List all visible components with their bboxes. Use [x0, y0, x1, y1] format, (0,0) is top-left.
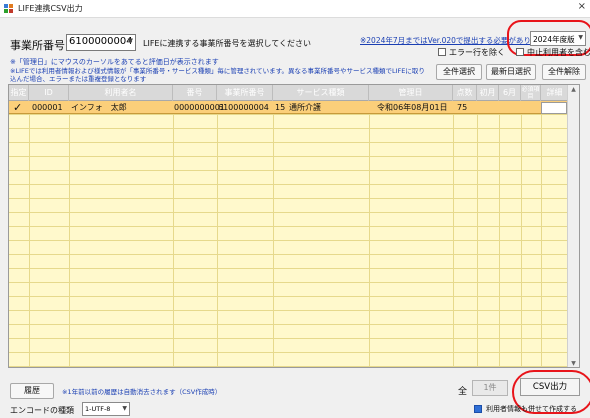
- header-user-name: 利用者名: [69, 85, 173, 101]
- column-divider: [499, 101, 500, 367]
- cell-id: 000001: [32, 103, 63, 112]
- table-row[interactable]: ✓ 000001 インフォ 太郎 0000000001 6100000004 1…: [9, 101, 569, 114]
- history-note: ※1年前以前の履歴は自動消去されます（CSV作成時）: [62, 388, 222, 396]
- select-all-button[interactable]: 全件選択: [436, 64, 482, 80]
- exclude-error-checkbox[interactable]: [438, 48, 446, 56]
- header-id: ID: [29, 85, 69, 101]
- row-select-checkmark[interactable]: ✓: [13, 101, 22, 114]
- include-discontinued-checkbox[interactable]: [516, 48, 524, 56]
- cell-management-date[interactable]: 令和06年08月01日: [377, 101, 448, 114]
- office-number-select[interactable]: 6100000004 ▼: [66, 34, 136, 51]
- column-divider: [477, 101, 478, 367]
- cell-score: 75: [457, 103, 468, 112]
- cell-service-code: 15: [275, 103, 286, 112]
- title-bar: LIFE連携CSV出力 ×: [0, 0, 590, 18]
- unselect-all-button[interactable]: 全件解除: [542, 64, 586, 80]
- encoding-select[interactable]: 1-UTF-8 ▼: [82, 402, 130, 416]
- cell-user-name: インフォ 太郎: [71, 103, 127, 112]
- column-divider: [173, 101, 174, 367]
- cell-service-type: 通所介護: [289, 103, 321, 112]
- office-number-value: 6100000004: [69, 36, 133, 47]
- include-user-info-label: 利用者情報も併せて作成する: [486, 405, 577, 413]
- chevron-down-icon: ▼: [127, 37, 133, 45]
- header-score: 点数: [453, 85, 477, 101]
- scroll-up-icon[interactable]: ▲: [568, 85, 579, 95]
- chevron-down-icon: ▼: [122, 405, 127, 412]
- cell-detail[interactable]: [541, 102, 567, 114]
- cell-office-number: 6100000004: [218, 103, 269, 112]
- column-divider: [29, 101, 30, 367]
- window-title: LIFE連携CSV出力: [18, 4, 83, 13]
- table-body: [9, 101, 569, 367]
- include-discontinued-label: 中止利用者を含む: [527, 48, 590, 57]
- include-user-info-checkbox[interactable]: [474, 405, 482, 413]
- header-office-number: 事業所番号: [217, 85, 273, 101]
- column-divider: [69, 101, 70, 367]
- header-detail: 詳細: [541, 85, 569, 101]
- scroll-down-icon[interactable]: ▼: [568, 359, 579, 367]
- table-scrollbar[interactable]: ▲ ▼: [567, 85, 579, 367]
- office-number-label: 事業所番号: [10, 39, 65, 52]
- header-sixth-month: 6月後: [499, 85, 521, 101]
- total-label: 全: [458, 387, 468, 397]
- column-divider: [541, 101, 542, 367]
- history-button[interactable]: 履歴: [10, 383, 54, 399]
- encoding-value: 1-UTF-8: [85, 405, 111, 413]
- close-icon[interactable]: ×: [578, 1, 586, 12]
- header-number: 番号: [173, 85, 217, 101]
- app-icon: [4, 4, 14, 14]
- select-latest-button[interactable]: 最新日選択: [486, 64, 536, 80]
- table-header: 指定 ID 利用者名 番号 事業所番号 サービス種類 管理日 点数 初月 6月後…: [9, 85, 569, 101]
- header-required: 必須項目: [521, 85, 541, 101]
- exclude-error-label: エラー行を除く: [449, 48, 505, 57]
- header-select: 指定: [9, 85, 29, 101]
- hint-management-date: ※「管理日」にマウスのカーソルをあてると評価日が表示されます: [10, 58, 219, 66]
- column-divider: [521, 101, 522, 367]
- column-divider: [273, 101, 274, 367]
- column-divider: [217, 101, 218, 367]
- encoding-label: エンコードの種類: [10, 406, 74, 415]
- header-first-month: 初月: [477, 85, 499, 101]
- total-count: 1件: [472, 380, 508, 396]
- header-management-date: 管理日: [369, 85, 453, 101]
- office-number-description: LIFEに連携する事業所番号を選択してください: [143, 39, 311, 48]
- hint-life-management: ※LIFEでは利用者情報および様式情報が「事業所番号・サービス種類」毎に管理され…: [10, 67, 425, 83]
- record-table: 指定 ID 利用者名 番号 事業所番号 サービス種類 管理日 点数 初月 6月後…: [8, 84, 580, 368]
- column-divider: [453, 101, 454, 367]
- column-divider: [369, 101, 370, 367]
- header-service-type: サービス種類: [273, 85, 369, 101]
